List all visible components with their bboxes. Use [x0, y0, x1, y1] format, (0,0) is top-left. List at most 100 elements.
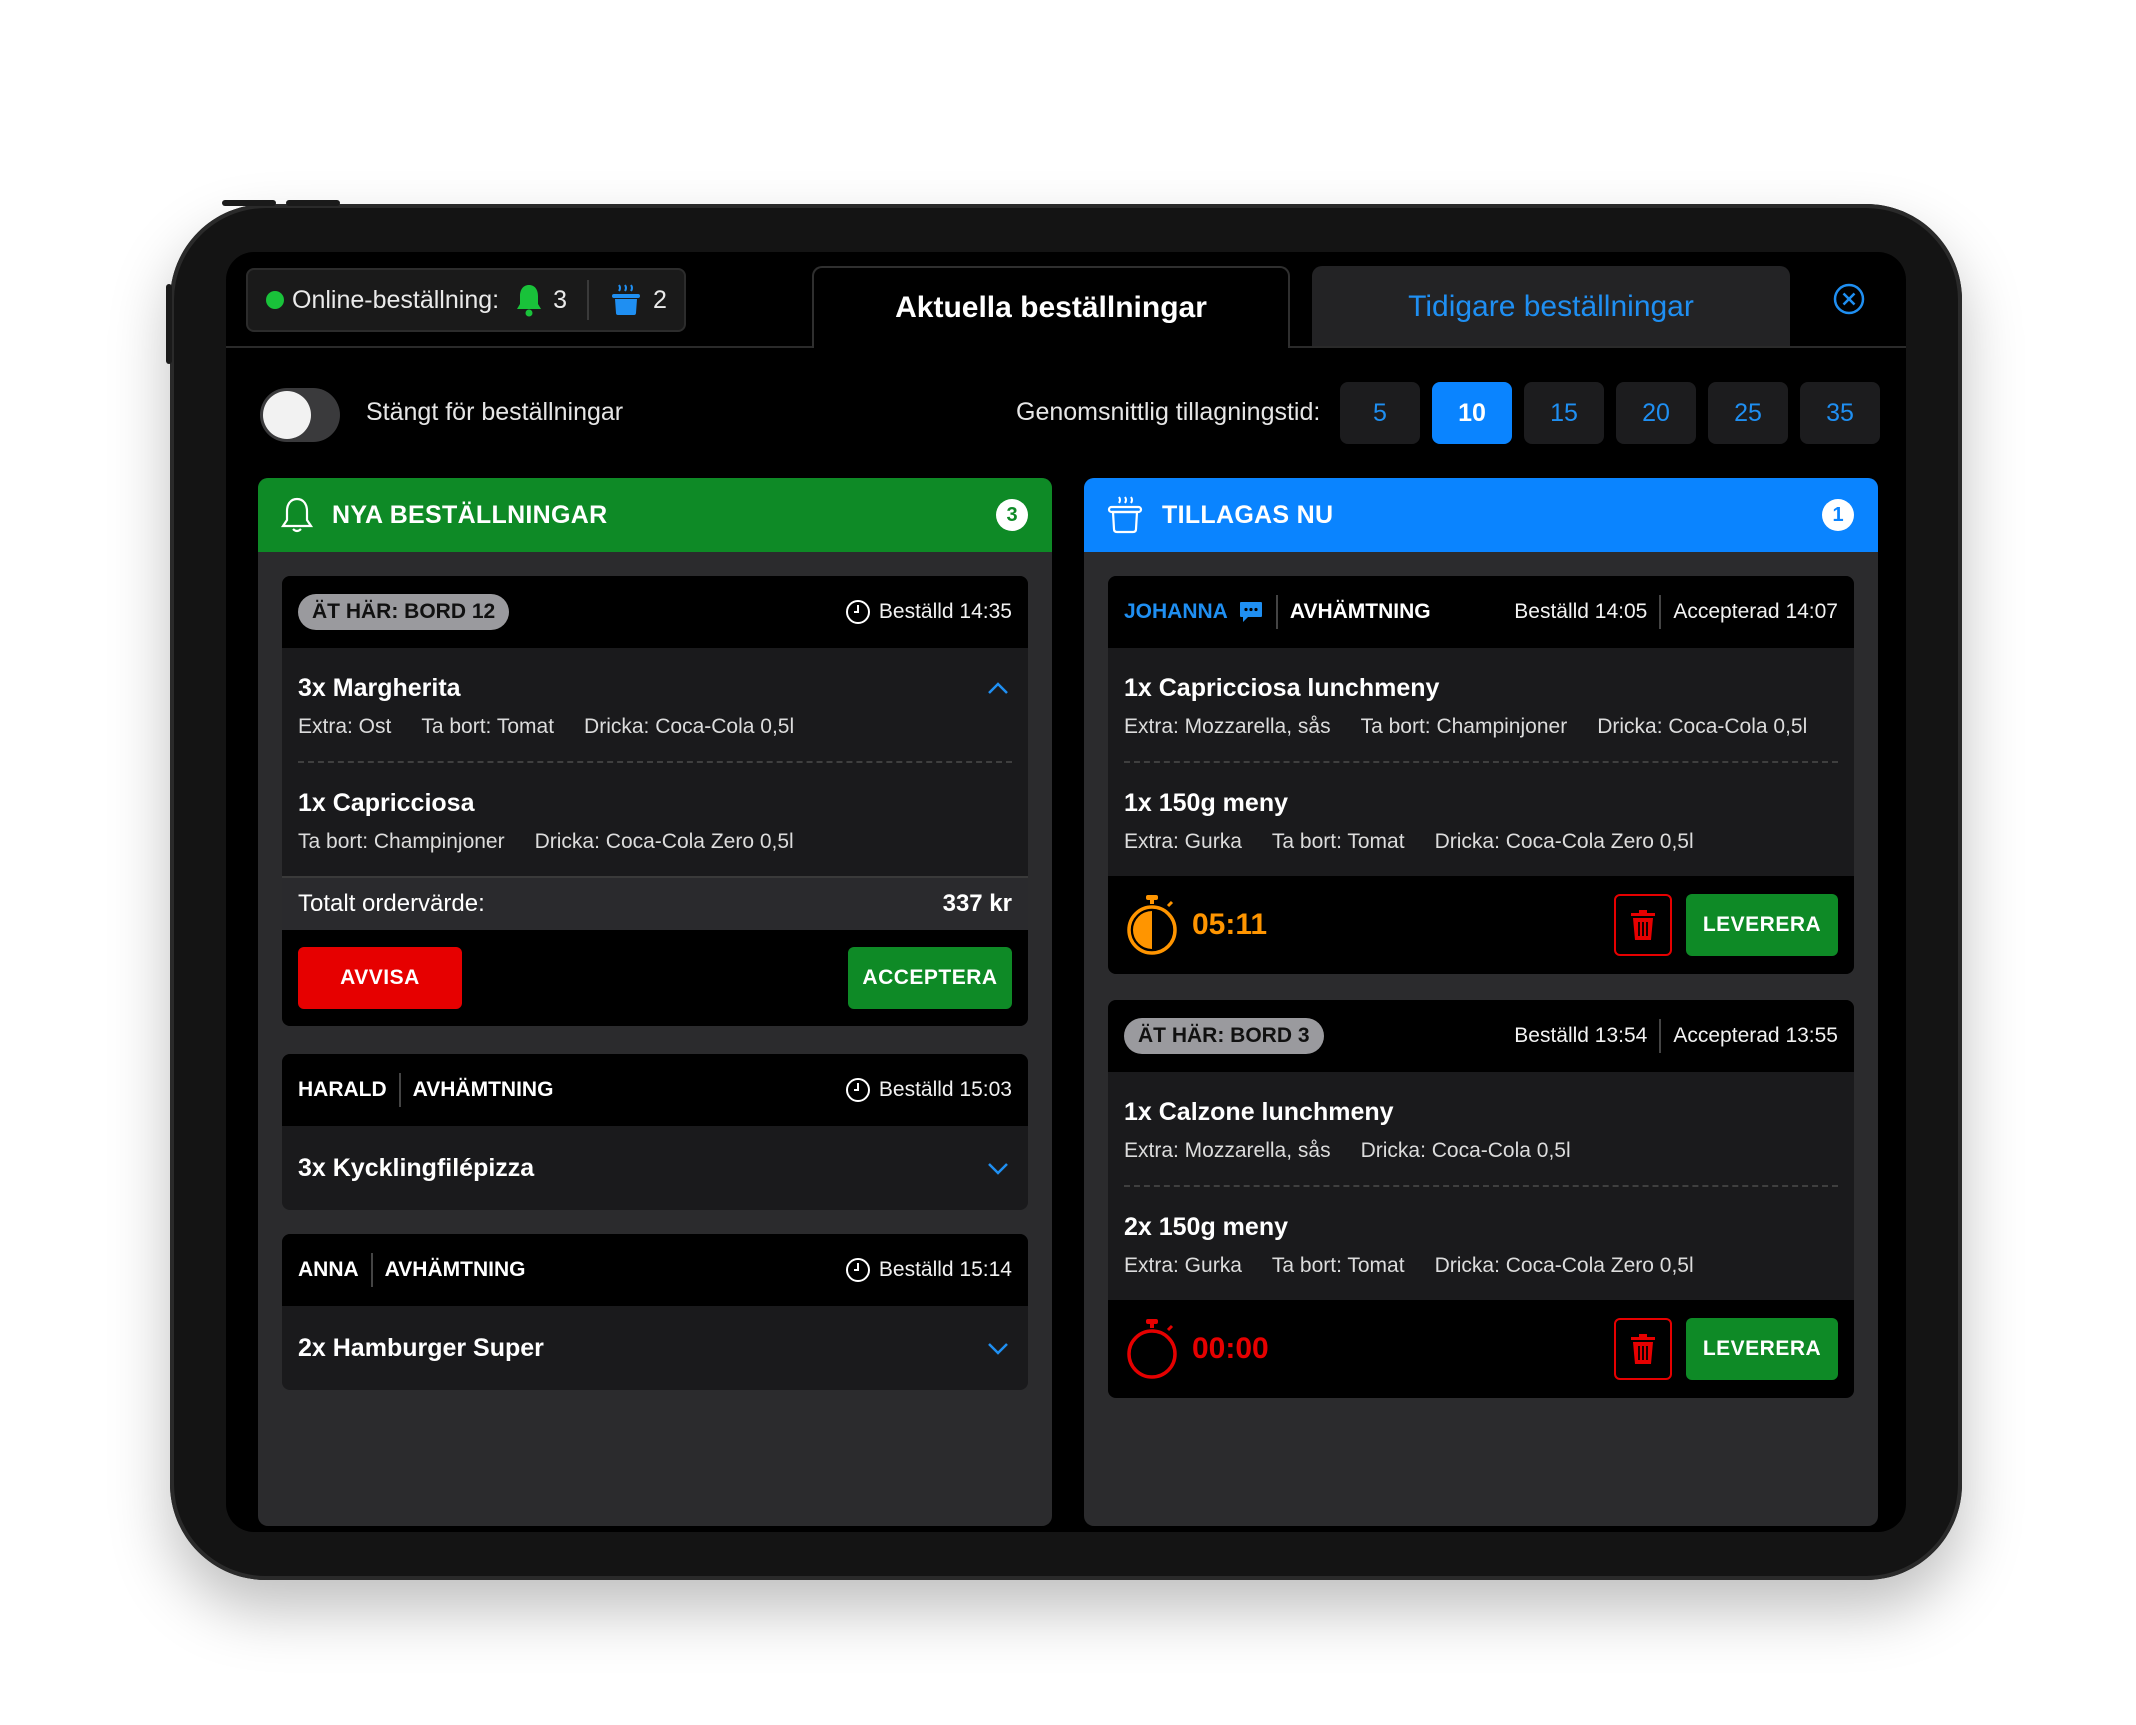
tab-current-orders[interactable]: Aktuella beställningar — [812, 266, 1290, 348]
closed-for-orders-toggle[interactable] — [260, 388, 340, 442]
stopwatch-icon — [1124, 1318, 1180, 1380]
prep-option-10[interactable]: 10 — [1432, 382, 1512, 444]
list-item: 3x Kycklingfilépizza — [282, 1126, 1028, 1210]
item-extra: Extra: Mozzarella, sås — [1124, 715, 1331, 738]
chevron-up-icon[interactable] — [984, 675, 1012, 703]
deliver-button[interactable]: LEVERERA — [1686, 894, 1838, 956]
timer-text: 05:11 — [1192, 908, 1268, 941]
order-card[interactable]: ANNA AVHÄMTNING Beställd 15:14 2x Hambur… — [282, 1234, 1028, 1390]
cooking-card: JOHANNA AVHÄMTNING Beställd 14:05 Accept… — [1108, 576, 1854, 974]
divider — [586, 280, 589, 320]
toggle-label: Stängt för beställningar — [366, 398, 624, 426]
prep-time-options: 5 10 15 20 25 35 — [1340, 382, 1880, 444]
ordered-time-text: Beställd 15:14 — [878, 1258, 1012, 1281]
new-orders-title: NYA BESTÄLLNINGAR — [332, 500, 608, 529]
ordered-time-text: Beställd 14:35 — [878, 600, 1012, 623]
item-drink: Dricka: Coca-Cola 0,5l — [1360, 1139, 1571, 1162]
volume-button — [222, 200, 276, 206]
ordered-time: Beställd 14:35 — [845, 599, 1012, 625]
item-remove: Ta bort: Tomat — [1271, 830, 1405, 853]
order-card-header: ÄT HÄR: BORD 3 Beställd 13:54 Accepterad… — [1108, 1000, 1854, 1072]
new-orders-column: NYA BESTÄLLNINGAR 3 ÄT HÄR: BORD 12 Best… — [258, 478, 1052, 1526]
item-name: 1x 150g meny — [1124, 789, 1288, 817]
divider — [1275, 595, 1278, 629]
chat-icon[interactable] — [1238, 599, 1264, 625]
prep-option-35[interactable]: 35 — [1800, 382, 1880, 444]
list-item: 1x Capricciosa lunchmeny Extra: Mozzarel… — [1124, 648, 1838, 763]
prep-option-15[interactable]: 15 — [1524, 382, 1604, 444]
deliver-button[interactable]: LEVERERA — [1686, 1318, 1838, 1380]
order-card-header: ÄT HÄR: BORD 12 Beställd 14:35 — [282, 576, 1028, 648]
customer-name: HARALD — [298, 1078, 387, 1101]
trash-button[interactable] — [1614, 894, 1672, 956]
cooking-title: TILLAGAS NU — [1162, 500, 1334, 529]
item-drink: Dricka: Coca-Cola 0,5l — [584, 715, 795, 738]
order-card[interactable]: HARALD AVHÄMTNING Beställd 15:03 3x Kyck… — [282, 1054, 1028, 1210]
clock-icon — [845, 1078, 870, 1102]
bell-outline-icon — [280, 496, 314, 534]
order-items: 1x Capricciosa lunchmeny Extra: Mozzarel… — [1108, 648, 1854, 876]
item-extra: Extra: Gurka — [1124, 1254, 1242, 1277]
order-actions: AVVISA ACCEPTERA — [282, 930, 1028, 1026]
item-drink: Dricka: Coca-Cola 0,5l — [1597, 715, 1808, 738]
toggle-knob — [263, 391, 311, 439]
prep-option-20[interactable]: 20 — [1616, 382, 1696, 444]
ordered-time: Beställd 15:03 — [845, 1077, 1012, 1103]
order-type: AVHÄMTNING — [384, 1258, 526, 1281]
online-dot — [266, 291, 284, 309]
ordered-time-text: Beställd 13:54 — [1514, 1024, 1648, 1047]
tab-previous-orders[interactable]: Tidigare beställningar — [1312, 266, 1790, 348]
online-label: Online-beställning: — [292, 285, 500, 314]
total-label: Totalt ordervärde: — [298, 890, 485, 917]
timer-text: 00:00 — [1192, 1332, 1269, 1365]
new-orders-header: NYA BESTÄLLNINGAR 3 — [258, 478, 1052, 552]
list-item: 1x Capricciosa Ta bort: Champinjoner Dri… — [298, 763, 1012, 876]
chevron-down-icon[interactable] — [984, 1154, 1012, 1182]
divider — [1659, 1019, 1662, 1053]
cooking-footer: 05:11 LEVERERA — [1108, 876, 1854, 974]
item-remove: Ta bort: Tomat — [421, 715, 555, 738]
stopwatch-icon — [1124, 894, 1180, 956]
divider — [370, 1253, 373, 1287]
order-type: AVHÄMTNING — [412, 1078, 554, 1101]
tablet-frame: Online-beställning: 3 2 Aktuella beställ… — [166, 200, 1962, 1580]
item-name: 3x Kycklingfilépizza — [298, 1153, 535, 1182]
trash-button[interactable] — [1614, 1318, 1672, 1380]
chevron-down-icon[interactable] — [984, 1334, 1012, 1362]
pot-icon — [609, 283, 643, 317]
item-extra: Extra: Mozzarella, sås — [1124, 1139, 1331, 1162]
list-item: 2x 150g meny Extra: Gurka Ta bort: Tomat… — [1124, 1187, 1838, 1300]
order-times: Beställd 13:54 Accepterad 13:55 — [1514, 1019, 1838, 1053]
item-drink: Dricka: Coca-Cola Zero 0,5l — [1434, 1254, 1694, 1277]
close-icon[interactable] — [1832, 282, 1866, 316]
ordered-time-text: Beställd 14:05 — [1514, 600, 1648, 623]
pot-outline-icon — [1106, 495, 1144, 535]
item-name: 3x Margherita — [298, 674, 461, 702]
cooking-card: ÄT HÄR: BORD 3 Beställd 13:54 Accepterad… — [1108, 1000, 1854, 1398]
reject-button[interactable]: AVVISA — [298, 947, 462, 1009]
list-item: 1x Calzone lunchmeny Extra: Mozzarella, … — [1124, 1072, 1838, 1187]
order-card: ÄT HÄR: BORD 12 Beställd 14:35 3x Marghe… — [282, 576, 1028, 1026]
ordered-time-text: Beställd 15:03 — [878, 1078, 1012, 1101]
prep-option-25[interactable]: 25 — [1708, 382, 1788, 444]
accepted-time-text: Accepterad 14:07 — [1673, 600, 1838, 623]
divider — [1659, 595, 1662, 629]
order-items: 3x Margherita Extra: Ost Ta bort: Tomat … — [282, 648, 1028, 876]
divider — [398, 1073, 401, 1107]
bell-count: 3 — [553, 285, 567, 314]
volume-button — [286, 200, 340, 206]
trash-icon — [1631, 910, 1655, 940]
list-item: 3x Margherita Extra: Ost Ta bort: Tomat … — [298, 648, 1012, 763]
accept-button[interactable]: ACCEPTERA — [848, 947, 1012, 1009]
clock-icon — [845, 1258, 870, 1282]
list-item: 2x Hamburger Super — [282, 1306, 1028, 1390]
ordered-time: Beställd 15:14 — [845, 1257, 1012, 1283]
item-extra: Extra: Gurka — [1124, 830, 1242, 853]
prep-time-label: Genomsnittlig tillagningstid: — [1016, 398, 1321, 426]
item-name: 1x Capricciosa — [298, 789, 475, 817]
order-total: Totalt ordervärde: 337 kr — [282, 876, 1028, 930]
item-remove: Ta bort: Champinjoner — [298, 830, 505, 853]
order-times: Beställd 14:05 Accepterad 14:07 — [1514, 595, 1838, 629]
cooking-count: 1 — [1822, 499, 1854, 531]
prep-option-5[interactable]: 5 — [1340, 382, 1420, 444]
